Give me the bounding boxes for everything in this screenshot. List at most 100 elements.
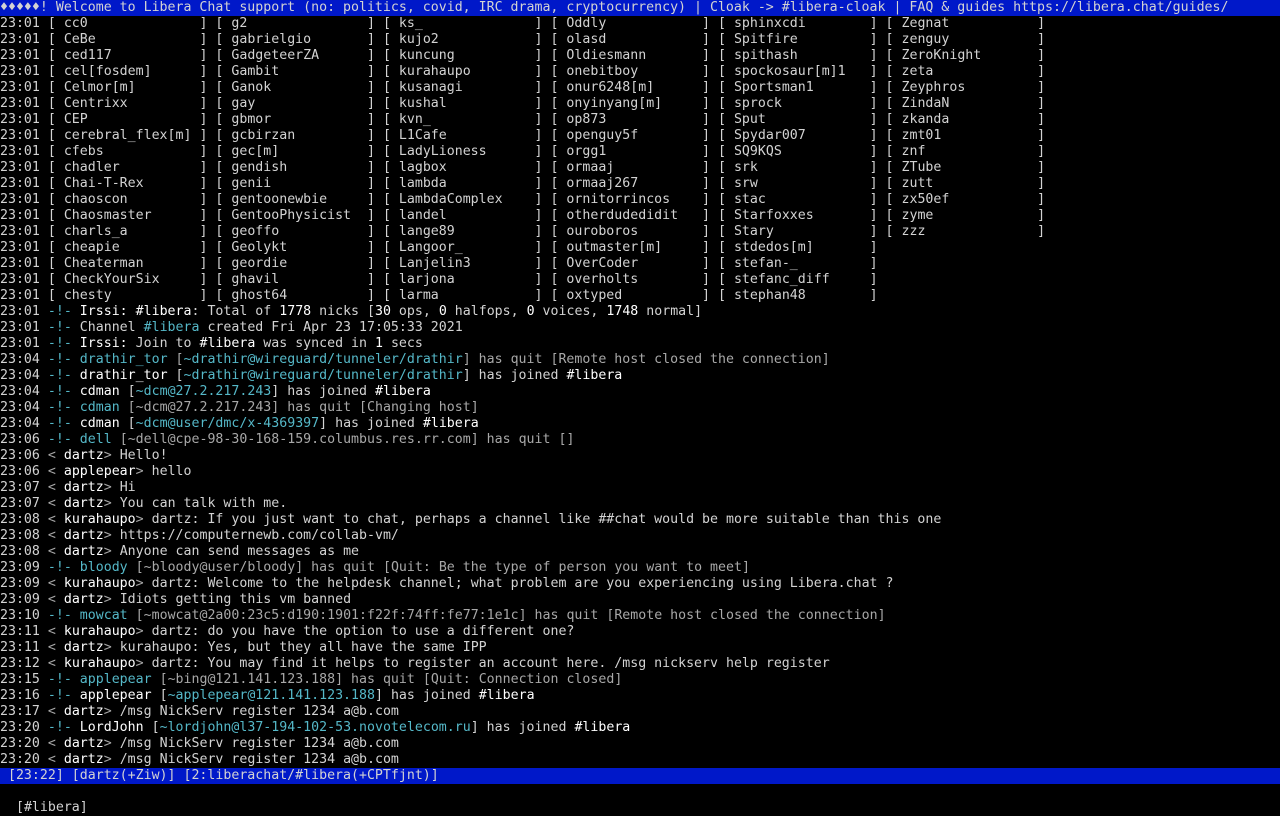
nick-entry[interactable]: [ onyinyang[m] ] xyxy=(550,96,718,111)
nick-entry[interactable]: [ CEP ] xyxy=(48,112,216,127)
nick-entry[interactable]: [ ks_ ] xyxy=(383,16,551,31)
nick-entry[interactable]: [ Geolykt ] xyxy=(215,240,383,255)
nick-entry[interactable]: [ cc0 ] xyxy=(48,16,216,31)
nick-entry[interactable]: [ geoffo ] xyxy=(215,224,383,239)
nick-entry[interactable]: [ spithash ] xyxy=(718,48,886,63)
nick-entry[interactable]: [ op873 ] xyxy=(550,112,718,127)
chat-scrollback[interactable]: 23:01 [ cc0 ] [ g2 ] [ ks_ ] [ Oddly ] [… xyxy=(0,16,1280,768)
input-prompt[interactable]: [#libera] xyxy=(0,784,88,815)
nick-entry[interactable]: [ Spitfire ] xyxy=(718,32,886,47)
nick-entry[interactable]: [ srk ] xyxy=(718,160,886,175)
nick-entry[interactable]: [ Ganok ] xyxy=(215,80,383,95)
nick-entry[interactable]: [ onur6248[m] ] xyxy=(550,80,718,95)
nick-entry[interactable]: [ lagbox ] xyxy=(383,160,551,175)
nick-entry[interactable]: [ gbmor ] xyxy=(215,112,383,127)
nick-entry[interactable]: [ stdedos[m] ] xyxy=(718,240,886,255)
nick-entry[interactable]: [ cel[fosdem] ] xyxy=(48,64,216,79)
nick-entry[interactable]: [ cheapie ] xyxy=(48,240,216,255)
nick-entry[interactable]: [ spockosaur[m]1 ] xyxy=(718,64,886,79)
nick-entry[interactable]: [ zkanda ] xyxy=(886,112,1054,127)
nick-entry[interactable]: [ Spydar007 ] xyxy=(718,128,886,143)
nick-entry[interactable]: [ g2 ] xyxy=(215,16,383,31)
nick-entry[interactable]: [ gec[m] ] xyxy=(215,144,383,159)
nick-entry[interactable]: [ stephan48 ] xyxy=(718,288,886,303)
nick-entry[interactable]: [ Zeyphros ] xyxy=(886,80,1054,95)
nick-entry[interactable]: [ zyme ] xyxy=(886,208,1054,223)
nick-entry[interactable]: [ sphinxcdi ] xyxy=(718,16,886,31)
nick-entry[interactable]: [ Zegnat ] xyxy=(886,16,1054,31)
nick-entry[interactable]: [ gabrielgio ] xyxy=(215,32,383,47)
nick-entry[interactable]: [ LadyLioness ] xyxy=(383,144,551,159)
nick-entry[interactable]: [ geordie ] xyxy=(215,256,383,271)
nick-entry[interactable]: [ Sportsman1 ] xyxy=(718,80,886,95)
nick-entry[interactable]: [ ormaaj ] xyxy=(550,160,718,175)
nick-entry[interactable]: [ Starfoxxes ] xyxy=(718,208,886,223)
nick-entry[interactable]: [ Celmor[m] ] xyxy=(48,80,216,95)
nick-entry[interactable]: [ Cheaterman ] xyxy=(48,256,216,271)
nick-entry[interactable]: [ stefan-_ ] xyxy=(718,256,886,271)
nick-entry[interactable]: [ zzz ] xyxy=(886,224,1054,239)
nick-entry[interactable]: [ kushal ] xyxy=(383,96,551,111)
nick-entry[interactable]: [ cfebs ] xyxy=(48,144,216,159)
nick-entry[interactable]: [ onebitboy ] xyxy=(550,64,718,79)
nick-entry[interactable]: [ stefanc_diff ] xyxy=(718,272,886,287)
nick-entry[interactable]: [ ghavil ] xyxy=(215,272,383,287)
nick-entry[interactable]: [ L1Cafe ] xyxy=(383,128,551,143)
nick-entry[interactable]: [ Sput ] xyxy=(718,112,886,127)
nick-entry[interactable]: [ OverCoder ] xyxy=(550,256,718,271)
nick-entry[interactable]: [ sprock ] xyxy=(718,96,886,111)
nick-entry[interactable]: [ zmt01 ] xyxy=(886,128,1054,143)
nick-entry[interactable]: [ charls_a ] xyxy=(48,224,216,239)
nick-entry[interactable]: [ olasd ] xyxy=(550,32,718,47)
nick-entry[interactable]: [ larjona ] xyxy=(383,272,551,287)
nick-entry[interactable]: [ Centrixx ] xyxy=(48,96,216,111)
nick-entry[interactable]: [ larma ] xyxy=(383,288,551,303)
nick-entry[interactable]: [ Oddly ] xyxy=(550,16,718,31)
nick-entry[interactable]: [ ZTube ] xyxy=(886,160,1054,175)
nick-entry[interactable]: [ kurahaupo ] xyxy=(383,64,551,79)
nick-entry[interactable]: [ kvn_ ] xyxy=(383,112,551,127)
nick-entry[interactable]: [ zutt ] xyxy=(886,176,1054,191)
nick-entry[interactable]: [ ced117 ] xyxy=(48,48,216,63)
nick-entry[interactable]: [ otherdudedidit ] xyxy=(550,208,718,223)
nick-entry[interactable]: [ ouroboros ] xyxy=(550,224,718,239)
nick-entry[interactable]: [ ormaaj267 ] xyxy=(550,176,718,191)
nick-entry[interactable]: [ zeta ] xyxy=(886,64,1054,79)
nick-entry[interactable]: [ Stary ] xyxy=(718,224,886,239)
nick-entry[interactable]: [ zenguy ] xyxy=(886,32,1054,47)
nick-entry[interactable]: [ overholts ] xyxy=(550,272,718,287)
nick-entry[interactable]: [ cerebral_flex[m] ] xyxy=(48,128,216,143)
nick-entry[interactable]: [ ghost64 ] xyxy=(215,288,383,303)
nick-entry[interactable]: [ znf ] xyxy=(886,144,1054,159)
nick-entry[interactable]: [ zx50ef ] xyxy=(886,192,1054,207)
nick-entry[interactable]: [ stac ] xyxy=(718,192,886,207)
nick-entry[interactable]: [ CheckYourSix ] xyxy=(48,272,216,287)
nick-entry[interactable]: [ GadgeteerZA ] xyxy=(215,48,383,63)
nick-entry[interactable]: [ srw ] xyxy=(718,176,886,191)
nick-entry[interactable]: [ GentooPhysicist ] xyxy=(215,208,383,223)
nick-entry[interactable]: [ chadler ] xyxy=(48,160,216,175)
nick-entry[interactable]: [ ZeroKnight ] xyxy=(886,48,1054,63)
nick-entry[interactable]: [ openguy5f ] xyxy=(550,128,718,143)
nick-entry[interactable]: [ oxtyped ] xyxy=(550,288,718,303)
nick-entry[interactable]: [ LambdaComplex ] xyxy=(383,192,551,207)
nick-entry[interactable]: [ ornitorrincos ] xyxy=(550,192,718,207)
nick-entry[interactable]: [ CeBe ] xyxy=(48,32,216,47)
nick-entry[interactable]: [ Chai-T-Rex ] xyxy=(48,176,216,191)
nick-entry[interactable]: [ outmaster[m] ] xyxy=(550,240,718,255)
nick-entry[interactable]: [ kusanagi ] xyxy=(383,80,551,95)
nick-entry[interactable]: [ lange89 ] xyxy=(383,224,551,239)
nick-entry[interactable]: [ kujo2 ] xyxy=(383,32,551,47)
nick-entry[interactable]: [ SQ9KQS ] xyxy=(718,144,886,159)
nick-entry[interactable]: [ chaoscon ] xyxy=(48,192,216,207)
nick-entry[interactable]: [ Gambit ] xyxy=(215,64,383,79)
nick-entry[interactable]: [ gendish ] xyxy=(215,160,383,175)
nick-entry[interactable]: [ gcbirzan ] xyxy=(215,128,383,143)
nick-entry[interactable]: [ landel ] xyxy=(383,208,551,223)
nick-entry[interactable]: [ lambda ] xyxy=(383,176,551,191)
nick-entry[interactable]: [ Lanjelin3 ] xyxy=(383,256,551,271)
nick-entry[interactable]: [ orgg1 ] xyxy=(550,144,718,159)
nick-entry[interactable]: [ ZindaN ] xyxy=(886,96,1054,111)
nick-entry[interactable]: [ gentoonewbie ] xyxy=(215,192,383,207)
nick-entry[interactable]: [ genii ] xyxy=(215,176,383,191)
